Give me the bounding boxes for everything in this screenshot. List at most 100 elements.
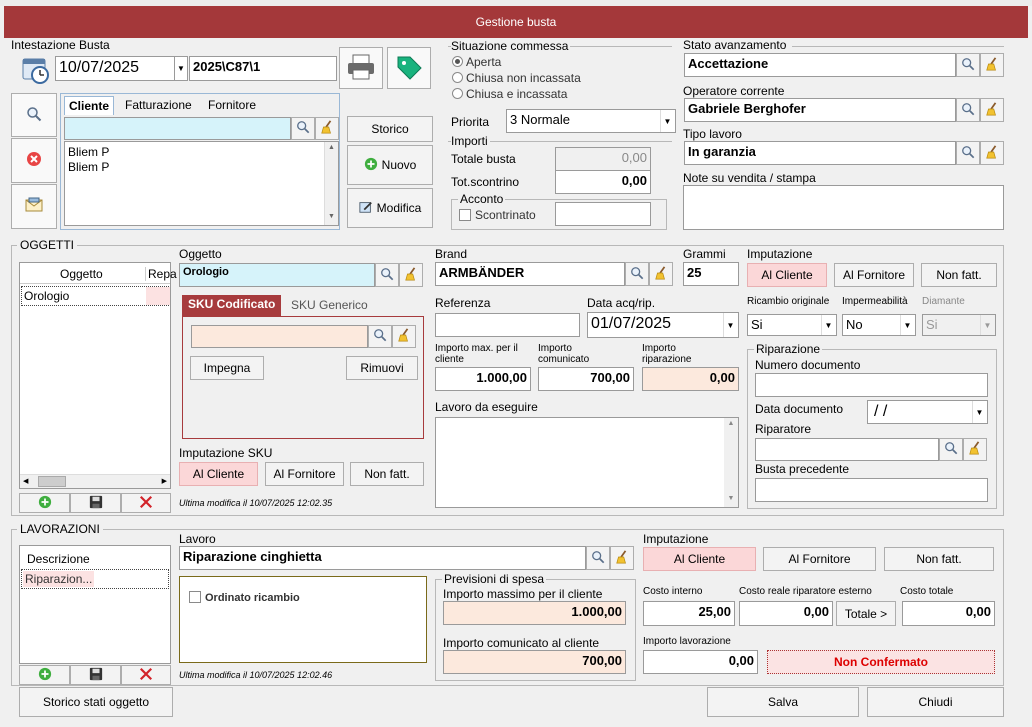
print-button[interactable]	[339, 47, 383, 89]
sku-search-button[interactable]	[368, 325, 392, 348]
ordinato-ricambio-checkbox[interactable]: Ordinato ricambio	[189, 591, 300, 604]
customer-clear-button[interactable]	[315, 117, 339, 140]
operatore-field[interactable]: Gabriele Berghofer	[684, 98, 956, 122]
sku-non-fatt-button[interactable]: Non fatt.	[350, 462, 424, 486]
ricambio-select[interactable]: Si ▼	[747, 314, 837, 336]
chiudi-button[interactable]: Chiudi	[867, 687, 1004, 717]
radio-chiusa-non-incassata[interactable]: Chiusa non incassata	[452, 71, 581, 85]
note-textarea[interactable]	[683, 185, 1004, 230]
table-row[interactable]: Riparazion...	[21, 569, 169, 589]
table-row[interactable]: Orologio	[21, 286, 170, 306]
tab-sku-codificato[interactable]: SKU Codificato	[182, 295, 282, 316]
oggetti-delete-button[interactable]	[121, 493, 171, 513]
riparatore-field[interactable]	[755, 438, 939, 461]
oggetto-search-button[interactable]	[375, 263, 399, 287]
col-repa-header[interactable]: Repa	[145, 267, 177, 281]
horizontal-scrollbar[interactable]: ◀ ▶	[20, 474, 170, 488]
sku-al-cliente-button[interactable]: Al Cliente	[179, 462, 258, 486]
calendar-clock-icon[interactable]	[20, 54, 52, 86]
operatore-clear-button[interactable]	[980, 98, 1004, 122]
nuovo-button[interactable]: Nuovo	[347, 145, 433, 185]
lavoro-clear-button[interactable]	[610, 546, 634, 570]
operatore-search-button[interactable]	[956, 98, 980, 122]
busta-date-field[interactable]: 10/07/2025	[55, 56, 175, 81]
customer-search-input[interactable]	[64, 117, 291, 140]
col-descrizione-header[interactable]: Descrizione	[27, 552, 90, 566]
brand-clear-button[interactable]	[649, 262, 673, 286]
busta-precedente-field[interactable]	[755, 478, 988, 502]
stato-search-button[interactable]	[956, 53, 980, 77]
oggetto-clear-button[interactable]	[399, 263, 423, 287]
importo-massimo-field[interactable]: 1.000,00	[443, 601, 626, 625]
lavorazione-al-fornitore-button[interactable]: Al Fornitore	[763, 547, 876, 571]
oggetti-table[interactable]: Oggetto Repa Orologio ◀ ▶	[19, 262, 177, 489]
importo-comunicato-cliente-field[interactable]: 700,00	[443, 650, 626, 674]
salva-button[interactable]: Salva	[707, 687, 859, 717]
customer-list[interactable]: Bliem P Bliem P ▲ ▼	[64, 141, 339, 226]
storico-stati-button[interactable]: Storico stati oggetto	[19, 687, 173, 717]
lavorazioni-table[interactable]: Descrizione Riparazion...	[19, 545, 171, 664]
tipo-lavoro-field[interactable]: In garanzia	[684, 141, 956, 165]
riparatore-clear-button[interactable]	[963, 438, 987, 461]
oggetto-non-fatt-button[interactable]: Non fatt.	[921, 263, 997, 287]
numero-documento-field[interactable]	[755, 373, 988, 397]
lavoro-field[interactable]: Riparazione cinghietta	[179, 546, 586, 570]
lavoro-da-eseguire-textarea[interactable]	[435, 417, 739, 508]
date-dropdown-button[interactable]: ▼	[174, 56, 188, 81]
busta-code-field[interactable]: 2025\C87\1	[189, 56, 337, 81]
stato-field[interactable]: Accettazione	[684, 53, 956, 77]
col-oggetto-header[interactable]: Oggetto	[60, 267, 103, 281]
brand-field[interactable]: ARMBÄNDER	[435, 262, 625, 286]
impegna-button[interactable]: Impegna	[190, 356, 264, 380]
radio-chiusa-e-incassata[interactable]: Chiusa e incassata	[452, 87, 567, 101]
tab-fornitore[interactable]: Fornitore	[204, 96, 260, 114]
oggetti-save-button[interactable]	[70, 493, 121, 513]
impermeabilita-select[interactable]: No ▼	[842, 314, 916, 336]
data-documento-field[interactable]: / / ▼	[867, 400, 988, 424]
scrollbar[interactable]: ▲ ▼	[324, 142, 338, 225]
scontrinato-checkbox[interactable]: Scontrinato	[459, 208, 536, 222]
importo-comunicato-field[interactable]: 700,00	[538, 367, 634, 391]
brand-search-button[interactable]	[625, 262, 649, 286]
oggetto-field[interactable]: Orologio	[179, 263, 375, 287]
email-customer-button[interactable]	[11, 184, 57, 229]
tab-sku-generico[interactable]: SKU Generico	[287, 296, 372, 314]
lavorazioni-add-button[interactable]	[19, 665, 70, 685]
storico-button[interactable]: Storico	[347, 116, 433, 142]
lavorazioni-delete-button[interactable]	[121, 665, 171, 685]
data-acq-field[interactable]: 01/07/2025 ▼	[587, 312, 739, 338]
priorita-select[interactable]: 3 Normale ▼	[506, 109, 676, 133]
costo-reale-field[interactable]: 0,00	[739, 601, 833, 626]
grammi-field[interactable]: 25	[683, 262, 739, 286]
remove-customer-button[interactable]	[11, 138, 57, 183]
tipo-search-button[interactable]	[956, 141, 980, 165]
oggetto-al-fornitore-button[interactable]: Al Fornitore	[834, 263, 914, 287]
tipo-clear-button[interactable]	[980, 141, 1004, 165]
acconto-field[interactable]	[555, 202, 651, 226]
riparatore-search-button[interactable]	[939, 438, 963, 461]
costo-interno-field[interactable]: 25,00	[643, 601, 735, 626]
lavorazioni-save-button[interactable]	[70, 665, 121, 685]
stato-clear-button[interactable]	[980, 53, 1004, 77]
search-customer-button[interactable]	[11, 93, 57, 137]
rimuovi-button[interactable]: Rimuovi	[346, 356, 418, 380]
sku-clear-button[interactable]	[392, 325, 416, 348]
textarea-scrollbar[interactable]: ▲ ▼	[724, 418, 738, 507]
modifica-button[interactable]: Modifica	[347, 188, 433, 228]
lavorazione-non-fatt-button[interactable]: Non fatt.	[884, 547, 994, 571]
referenza-field[interactable]	[435, 313, 580, 337]
sku-input[interactable]	[191, 325, 368, 348]
lavorazione-al-cliente-button[interactable]: Al Cliente	[643, 547, 756, 571]
importo-max-field[interactable]: 1.000,00	[435, 367, 531, 391]
list-item[interactable]: Bliem P	[68, 160, 109, 174]
customer-search-button[interactable]	[291, 117, 315, 140]
tab-cliente[interactable]: Cliente	[64, 96, 115, 115]
totale-button[interactable]: Totale >	[836, 601, 896, 626]
list-item[interactable]: Bliem P	[68, 145, 109, 159]
tag-button[interactable]	[387, 47, 431, 89]
radio-aperta[interactable]: Aperta	[452, 55, 501, 69]
importo-lavorazione-field[interactable]: 0,00	[643, 650, 758, 674]
lavoro-search-button[interactable]	[586, 546, 610, 570]
oggetto-al-cliente-button[interactable]: Al Cliente	[747, 263, 827, 287]
sku-al-fornitore-button[interactable]: Al Fornitore	[265, 462, 344, 486]
